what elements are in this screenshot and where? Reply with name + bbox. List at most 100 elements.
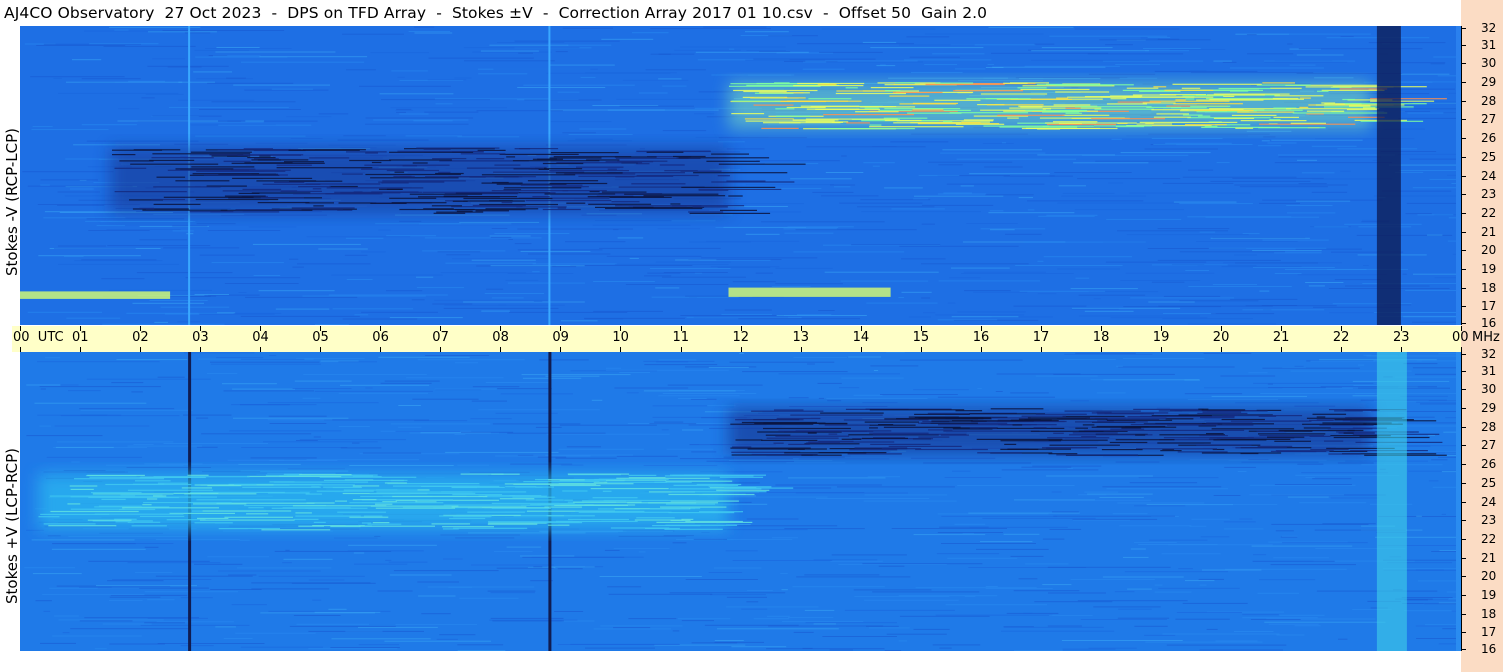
x-tick-mark <box>800 347 802 352</box>
y-tick-label: 18 <box>1481 280 1497 295</box>
bright-band-4 <box>20 291 171 299</box>
y-tick-label: 20 <box>1481 569 1497 584</box>
x-tick-label: 17 <box>1032 330 1050 345</box>
x-tick-label: 16 <box>972 330 990 345</box>
y-tick-mark <box>1461 268 1466 270</box>
y-tick-mark <box>1461 156 1466 158</box>
y-tick-mark <box>1461 594 1466 596</box>
y-tick-label: 19 <box>1481 587 1497 602</box>
bottom-spectrogram <box>20 352 1461 651</box>
x-tick-mark <box>440 347 442 352</box>
y-tick-label: 24 <box>1481 494 1497 509</box>
x-tick-mark <box>740 347 742 352</box>
x-tick-label: 08 <box>492 330 509 345</box>
x-tick-mark <box>200 347 202 352</box>
y-tick-label: 21 <box>1481 224 1497 239</box>
y-tick-label: 25 <box>1481 475 1497 490</box>
x-tick-mark <box>380 347 382 352</box>
y-tick-label: 19 <box>1481 261 1497 276</box>
x-tick-label: 06 <box>372 330 389 345</box>
bottom-panel-ylabel: Stokes +V (LCP-RCP) <box>3 448 21 604</box>
y-tick-label: 16 <box>1481 642 1497 656</box>
x-tick-mark <box>680 347 682 352</box>
x-tick-label: 15 <box>912 330 930 345</box>
y-tick-label: 18 <box>1481 606 1497 621</box>
y-tick-mark <box>1461 557 1466 559</box>
x-tick-label: 05 <box>312 330 329 345</box>
x-tick-label: 13 <box>792 330 810 345</box>
x-tick-label: 11 <box>672 330 690 345</box>
y-tick-mark <box>1461 119 1466 121</box>
y-tick-mark <box>1461 82 1466 84</box>
y-tick-label: 30 <box>1481 382 1497 397</box>
top-spectrogram <box>20 26 1461 325</box>
y-tick-mark <box>1461 44 1466 46</box>
x-tick-mark <box>1040 347 1042 352</box>
x-tick-mark <box>1340 347 1342 352</box>
x-tick-label: 01 <box>72 330 89 345</box>
y-tick-mark <box>1461 250 1466 252</box>
x-tick-label: 20 <box>1212 330 1230 345</box>
y-tick-label: 17 <box>1481 299 1497 314</box>
y-tick-label: 29 <box>1481 75 1497 90</box>
y-tick-label: 32 <box>1481 21 1497 35</box>
x-tick-mark <box>620 347 622 352</box>
y-tick-label: 24 <box>1481 168 1497 183</box>
x-tick-label: 03 <box>192 330 209 345</box>
x-tick-mark <box>860 347 862 352</box>
y-tick-label: 20 <box>1481 243 1497 258</box>
x-tick-mark <box>1160 347 1162 352</box>
y-tick-label: 31 <box>1481 363 1497 378</box>
y-tick-label: 29 <box>1481 401 1497 416</box>
y-tick-mark <box>1461 212 1466 214</box>
y-tick-mark <box>1461 63 1466 65</box>
y-tick-mark <box>1461 175 1466 177</box>
y-tick-label: 30 <box>1481 56 1497 71</box>
y-tick-mark <box>1461 354 1466 355</box>
x-tick-label: 22 <box>1332 330 1350 345</box>
x-tick-label: 02 <box>132 330 149 345</box>
y-tick-mark <box>1461 231 1466 233</box>
y-tick-mark <box>1461 408 1466 410</box>
y-tick-mark <box>1461 632 1466 634</box>
x-tick-mark <box>560 347 562 352</box>
y-tick-mark <box>1461 194 1466 196</box>
x-tick-mark <box>260 347 262 352</box>
y-tick-mark <box>1461 649 1466 650</box>
y-tick-label: 27 <box>1481 438 1497 453</box>
y-tick-mark <box>1461 287 1466 289</box>
x-tick-label: 09 <box>552 330 569 345</box>
y-tick-label: 22 <box>1481 531 1497 546</box>
y-tick-label: 23 <box>1481 513 1497 528</box>
bright-band-5 <box>728 287 891 297</box>
y-tick-mark <box>1461 464 1466 466</box>
chart-title: AJ4CO Observatory 27 Oct 2023 - DPS on T… <box>4 4 988 22</box>
y-tick-mark <box>1461 28 1466 29</box>
x-tick-label: 07 <box>432 330 449 345</box>
dark-column-6 <box>1376 26 1401 325</box>
y-tick-mark <box>1461 501 1466 503</box>
x-tick-label: 23 <box>1393 330 1410 345</box>
y-tick-label: 26 <box>1481 457 1497 472</box>
x-tick-label: 04 <box>252 330 269 345</box>
y-tick-mark <box>1461 306 1466 308</box>
x-tick-mark <box>500 347 502 352</box>
x-tick-mark <box>320 347 322 352</box>
x-tick-label: 00 UTC <box>13 330 64 345</box>
mhz-unit-label: MHz <box>1472 330 1500 345</box>
y-tick-label: 16 <box>1481 316 1497 330</box>
x-tick-label: 21 <box>1272 330 1290 345</box>
y-tick-label: 22 <box>1481 205 1497 220</box>
y-tick-label: 28 <box>1481 419 1497 434</box>
y-tick-mark <box>1461 389 1466 391</box>
y-tick-label: 23 <box>1481 187 1497 202</box>
x-tick-mark <box>140 347 142 352</box>
x-tick-mark <box>1401 347 1402 352</box>
y-tick-label: 17 <box>1481 625 1497 640</box>
light-column-4 <box>1376 352 1407 651</box>
y-tick-mark <box>1461 138 1466 140</box>
y-tick-mark <box>1461 323 1466 324</box>
x-tick-label: 00 <box>1452 330 1469 345</box>
x-tick-mark <box>1100 347 1102 352</box>
x-tick-mark <box>20 347 21 352</box>
